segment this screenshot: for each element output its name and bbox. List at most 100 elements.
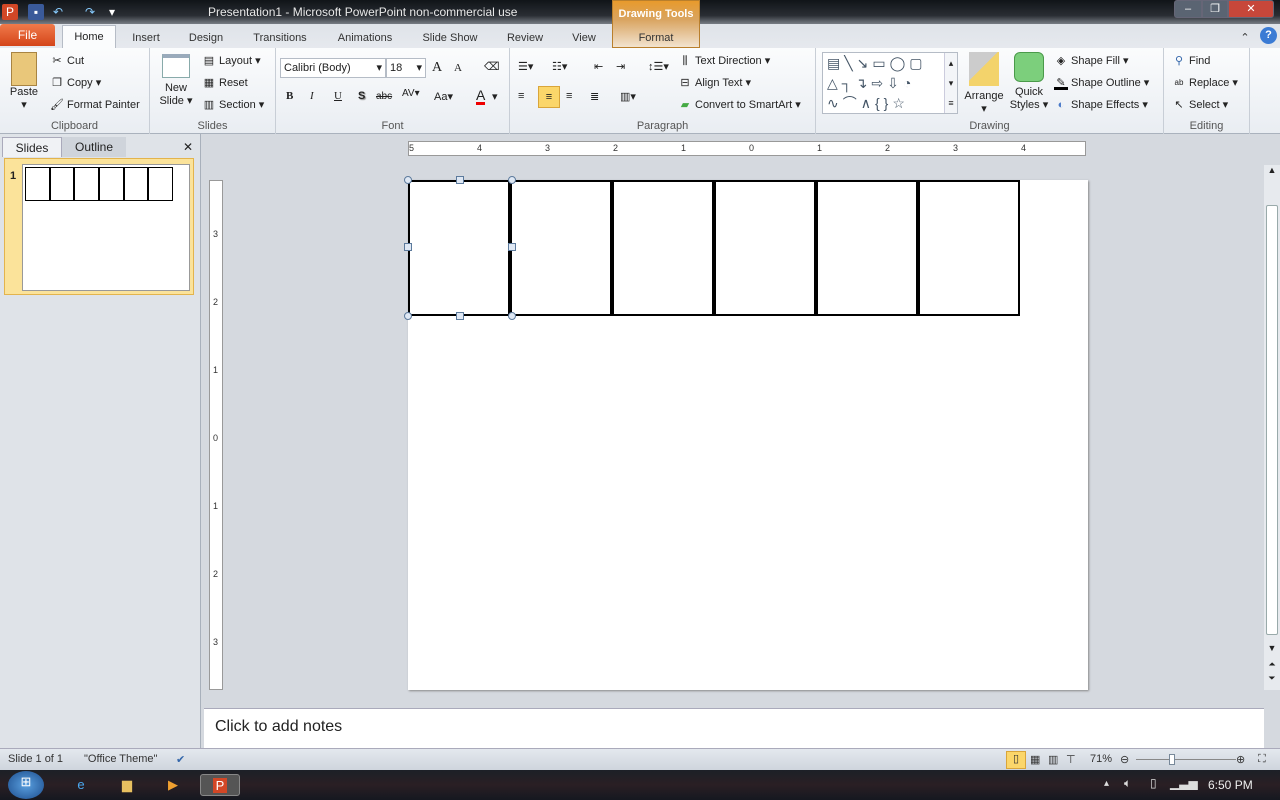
align-center-button[interactable]: ≡ [538, 86, 560, 108]
zoom-level[interactable]: 71% [1090, 753, 1112, 765]
media-player-icon[interactable]: ▶ [162, 774, 184, 796]
shape-fill-button[interactable]: ◈ Shape Fill ▾ [1054, 54, 1129, 68]
resize-handle[interactable] [404, 243, 412, 251]
close-button[interactable]: ✕ [1228, 0, 1274, 18]
font-color-dropdown-icon[interactable]: ▾ [492, 90, 498, 103]
tab-transitions[interactable]: Transitions [246, 28, 314, 48]
justify-button[interactable]: ≣ [590, 90, 599, 103]
find-button[interactable]: ⚲ Find [1172, 54, 1210, 68]
volume-icon[interactable]: 🔈︎ [1124, 776, 1131, 791]
replace-button[interactable]: ab Replace ▾ [1172, 76, 1238, 90]
underline-button[interactable]: U [334, 90, 342, 102]
resize-handle[interactable] [508, 176, 516, 184]
shrink-font-button[interactable]: A [454, 62, 462, 74]
slide-show-button[interactable]: ⊤ [1066, 753, 1076, 766]
resize-handle[interactable] [508, 312, 516, 320]
tab-design[interactable]: Design [182, 28, 230, 48]
tab-file[interactable]: File [0, 24, 55, 46]
format-painter-button[interactable]: 🖌 Format Painter [50, 98, 140, 112]
close-pane-icon[interactable]: ✕ [180, 137, 196, 157]
slide-canvas[interactable] [404, 176, 1088, 690]
align-right-button[interactable]: ≡ [566, 90, 572, 102]
paste-button[interactable]: Paste ▾ [6, 52, 42, 111]
resize-handle[interactable] [404, 312, 412, 320]
notes-placeholder[interactable]: Click to add notes [215, 718, 342, 736]
shadow-button[interactable]: S [358, 90, 365, 102]
spell-check-icon[interactable]: ✔ [176, 753, 185, 766]
reading-view-button[interactable]: ▥ [1048, 753, 1058, 766]
horizontal-ruler[interactable]: 5 4 3 2 1 0 1 2 3 4 [408, 141, 1086, 156]
tab-outline[interactable]: Outline [62, 137, 126, 157]
shape-outline-button[interactable]: ✎ Shape Outline ▾ [1054, 76, 1149, 91]
battery-icon[interactable]: ▯ [1150, 776, 1157, 790]
section-button[interactable]: ▥ Section ▾ [202, 98, 264, 112]
clear-formatting-icon[interactable]: ⌫ [484, 60, 500, 73]
show-hidden-icons[interactable]: ▴ [1104, 778, 1109, 789]
notes-pane[interactable]: Click to add notes [204, 708, 1264, 748]
minimize-ribbon-icon[interactable]: ⌃ [1238, 28, 1252, 48]
tab-view[interactable]: View [564, 28, 604, 48]
restore-button[interactable]: ❐ [1202, 0, 1228, 18]
rectangle-shape-6[interactable] [918, 180, 1020, 316]
rectangle-shape-2[interactable] [510, 180, 612, 316]
scrollbar-thumb[interactable] [1266, 205, 1278, 635]
align-text-button[interactable]: ⊟ Align Text ▾ [678, 76, 751, 90]
align-left-button[interactable]: ≡ [518, 90, 524, 102]
italic-button[interactable]: I [310, 90, 314, 102]
tab-review[interactable]: Review [500, 28, 550, 48]
redo-icon[interactable]: ↷ [82, 4, 98, 20]
powerpoint-app-icon[interactable]: P [2, 4, 18, 20]
rectangle-shape-1[interactable] [408, 180, 510, 316]
numbering-button[interactable]: ☷▾ [552, 60, 567, 73]
shapes-gallery-scroll[interactable]: ▴ ▾ ≡ [944, 53, 957, 113]
minimize-button[interactable]: – [1174, 0, 1202, 18]
vertical-ruler[interactable]: 3 2 1 0 1 2 3 [209, 180, 223, 690]
scroll-up-icon[interactable]: ▲ [1264, 165, 1280, 175]
slide-thumbnail[interactable] [22, 164, 190, 291]
character-spacing-button[interactable]: AV▾ [402, 88, 420, 99]
slide-sorter-button[interactable]: ▦ [1030, 753, 1040, 766]
shapes-gallery[interactable]: ▤╲↘▭◯▢ △┐↴⇨⇩◔ ∿⌒∧{}☆ [822, 52, 958, 114]
rectangle-shape-5[interactable] [816, 180, 918, 316]
scroll-down-icon[interactable]: ▼ [1264, 643, 1280, 653]
new-slide-button[interactable]: New Slide ▾ [156, 54, 196, 107]
tab-home[interactable]: Home [62, 25, 116, 49]
theme-name[interactable]: "Office Theme" [84, 753, 157, 765]
grow-font-button[interactable]: A [432, 60, 442, 76]
convert-smartart-button[interactable]: ▰ Convert to SmartArt ▾ [678, 98, 801, 112]
resize-handle[interactable] [456, 176, 464, 184]
rectangle-shape-4[interactable] [714, 180, 816, 316]
shape-effects-button[interactable]: ◐ Shape Effects ▾ [1054, 98, 1148, 112]
zoom-slider-thumb[interactable] [1168, 754, 1175, 765]
tab-slide-show[interactable]: Slide Show [416, 28, 484, 48]
help-icon[interactable]: ? [1260, 27, 1277, 44]
resize-handle[interactable] [456, 312, 464, 320]
zoom-in-icon[interactable]: ⊕ [1236, 753, 1245, 766]
copy-button[interactable]: ❐ Copy ▾ [50, 76, 101, 90]
save-icon[interactable]: ▪ [28, 4, 44, 20]
layout-button[interactable]: ▤ Layout ▾ [202, 54, 261, 68]
strikethrough-button[interactable]: abc [376, 91, 392, 102]
increase-indent-button[interactable]: ⇥ [616, 60, 625, 73]
internet-explorer-icon[interactable]: e [70, 774, 92, 796]
powerpoint-taskbar-button[interactable]: P [200, 774, 240, 796]
normal-view-button[interactable]: ▯ [1006, 751, 1026, 769]
customize-quick-access-icon[interactable]: ▾ [104, 4, 120, 20]
cut-button[interactable]: ✂ Cut [50, 54, 84, 68]
arrange-button[interactable]: Arrange ▾ [962, 52, 1006, 115]
line-spacing-button[interactable]: ↕☰▾ [648, 60, 669, 73]
bold-button[interactable]: B [286, 90, 293, 102]
tab-slides[interactable]: Slides [2, 137, 62, 157]
rectangle-shape-3[interactable] [612, 180, 714, 316]
previous-slide-icon[interactable]: ⏶ [1264, 659, 1280, 670]
resize-handle[interactable] [508, 243, 516, 251]
clock[interactable]: 6:50 PM [1208, 778, 1253, 792]
tab-format[interactable]: Format [613, 28, 699, 48]
start-button[interactable]: ⊞ [8, 771, 44, 799]
quick-styles-button[interactable]: Quick Styles ▾ [1008, 52, 1050, 111]
file-explorer-icon[interactable]: ▆ [116, 774, 138, 796]
reset-button[interactable]: ▦ Reset [202, 76, 248, 90]
text-direction-button[interactable]: ⫼ Text Direction ▾ [678, 54, 770, 68]
tab-insert[interactable]: Insert [124, 28, 168, 48]
select-button[interactable]: ↖ Select ▾ [1172, 98, 1228, 112]
